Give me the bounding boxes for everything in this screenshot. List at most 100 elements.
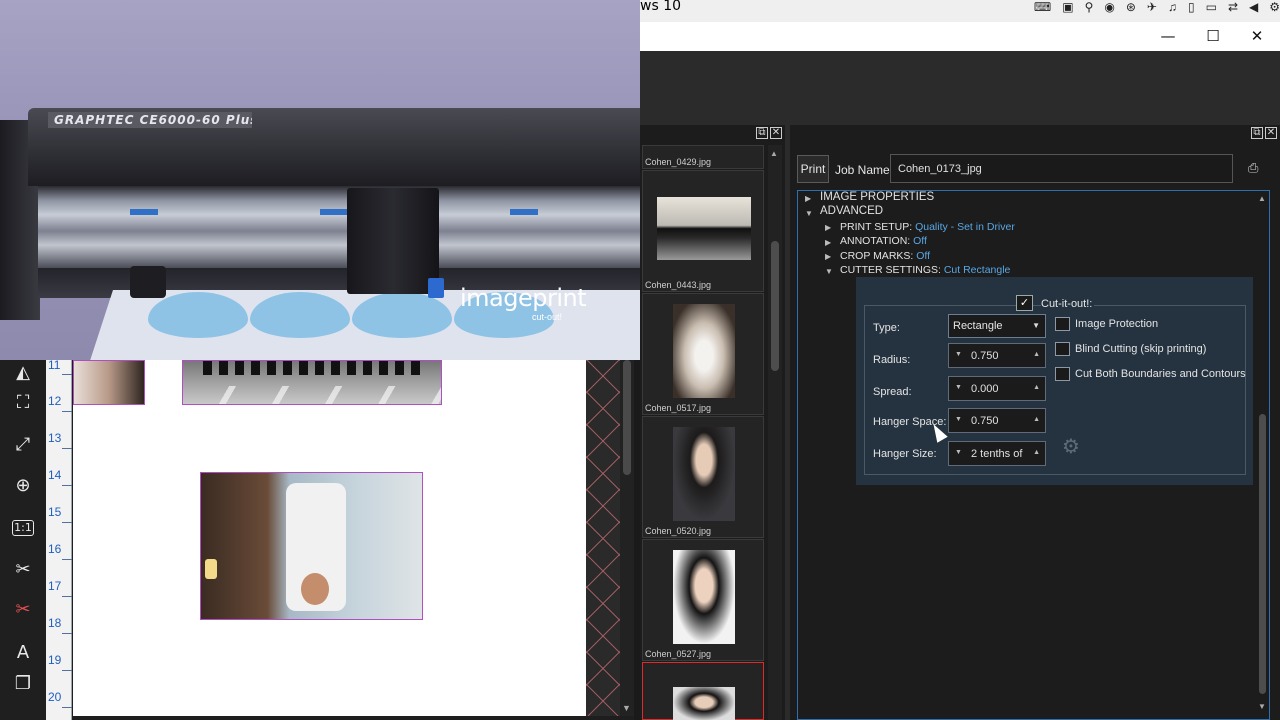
undock-icon[interactable]: ⧉	[756, 127, 768, 139]
print-button[interactable]: Print	[797, 155, 829, 183]
ruler-number: 16	[48, 542, 62, 556]
print-setup-value: Quality - Set in Driver	[915, 221, 1015, 233]
cut-it-out-checkbox[interactable]: ✓	[1016, 295, 1033, 311]
tree-item-print-setup[interactable]: PRINT SETUP: Quality - Set in Driver	[840, 221, 1015, 233]
panel-close-icon[interactable]: ✕	[770, 127, 782, 139]
blind-cutting-label: Blind Cutting (skip printing)	[1075, 343, 1207, 355]
tree-item-annotation[interactable]: ANNOTATION: Off	[840, 235, 927, 247]
increment-icon[interactable]: ▲	[1033, 384, 1040, 391]
thumbnail-item[interactable]: Cohen_0443.jpg	[642, 170, 764, 292]
thumbnail-item[interactable]: Cohen_0517.jpg	[642, 293, 764, 415]
cut-sticker	[148, 292, 248, 338]
pin-icon[interactable]: ⚲	[1085, 0, 1094, 14]
thumbnail-item[interactable]: Cohen_0429.jpg	[642, 145, 764, 169]
keyboard-icon[interactable]: ⌨	[1034, 0, 1051, 14]
scroll-down-arrow-icon[interactable]: ▼	[1258, 702, 1266, 711]
volume-icon[interactable]: ♫	[1168, 0, 1177, 14]
increment-icon[interactable]: ▲	[1033, 416, 1040, 423]
type-label: Type:	[873, 322, 900, 334]
thumbnail-caption: Cohen_0429.jpg	[645, 157, 712, 167]
canvas-image[interactable]	[73, 360, 145, 405]
tree-item-advanced[interactable]: ADVANCED	[820, 205, 883, 217]
blind-cutting-checkbox[interactable]	[1055, 342, 1070, 356]
scroll-thumb[interactable]	[1259, 414, 1266, 694]
scroll-down-arrow-icon[interactable]: ▼	[622, 703, 631, 713]
cut-icon[interactable]: ✂	[10, 557, 36, 583]
image-protection-checkbox[interactable]	[1055, 317, 1070, 331]
spread-stepper[interactable]: ▼ 0.000 ▲	[948, 376, 1046, 401]
fit-screen-icon[interactable]: ⛶	[10, 390, 36, 416]
hanger-size-value[interactable]: 2 tenths of	[971, 448, 1027, 460]
ruler-number: 13	[48, 431, 62, 445]
ruler-number: 20	[48, 690, 62, 704]
thumbnail-caption: Cohen_0517.jpg	[645, 403, 712, 413]
expand-arrow-icon[interactable]: ▶	[825, 223, 831, 232]
back-icon[interactable]: ◀	[1249, 0, 1258, 14]
actual-size-icon[interactable]: 1:1	[12, 520, 34, 536]
fullscreen-icon[interactable]: ⤢	[10, 432, 36, 458]
chevron-down-icon: ▼	[1032, 321, 1040, 330]
collapse-arrow-icon[interactable]: ▼	[825, 267, 833, 276]
battery-icon[interactable]: ▯	[1188, 0, 1195, 14]
radius-value[interactable]: 0.750	[971, 350, 1027, 362]
gear-icon[interactable]: ⚙	[1062, 434, 1080, 458]
tree-item-cutter-settings[interactable]: CUTTER SETTINGS: Cut Rectangle	[840, 264, 1010, 276]
panel-close-icon[interactable]: ✕	[1265, 127, 1277, 139]
scroll-up-arrow-icon[interactable]: ▲	[770, 149, 778, 158]
thumbnail-item[interactable]: Cohen_0520.jpg	[642, 416, 764, 538]
gear-icon[interactable]: ⚙	[1269, 0, 1280, 14]
tree-item-crop-marks[interactable]: CROP MARKS: Off	[840, 250, 930, 262]
record-icon[interactable]: ◉	[1104, 0, 1114, 14]
job-name-input[interactable]	[890, 154, 1233, 183]
ruler-tick	[62, 448, 72, 449]
share-icon[interactable]: ⇄	[1228, 0, 1238, 14]
layers-icon[interactable]: ❐	[10, 671, 36, 697]
canvas-image[interactable]	[182, 360, 442, 405]
tree-item-image-properties[interactable]: IMAGE PROPERTIES	[820, 191, 934, 203]
radius-stepper[interactable]: ▼ 0.750 ▲	[948, 343, 1046, 368]
expand-arrow-icon[interactable]: ▶	[825, 252, 831, 261]
print-canvas[interactable]	[73, 360, 586, 716]
decrement-icon[interactable]: ▼	[955, 416, 962, 423]
printer-icon[interactable]: ⎙	[1248, 160, 1262, 175]
spread-value[interactable]: 0.000	[971, 383, 1027, 395]
scroll-thumb[interactable]	[771, 241, 779, 371]
minimize-button[interactable]: —	[1153, 26, 1183, 46]
hanger-size-stepper[interactable]: ▼ 2 tenths of ▲	[948, 441, 1046, 466]
undock-icon[interactable]: ⧉	[1251, 127, 1263, 139]
type-select[interactable]: Rectangle ▼	[948, 314, 1046, 338]
hanger-space-value[interactable]: 0.750	[971, 415, 1027, 427]
ruler-tick	[62, 559, 72, 560]
settings-scrollbar[interactable]: ▲ ▼	[1257, 192, 1269, 717]
zoom-icon[interactable]: ⊛	[1126, 0, 1136, 14]
chip-icon[interactable]: ▣	[1062, 0, 1073, 14]
decrement-icon[interactable]: ▼	[955, 449, 962, 456]
expand-arrow-icon[interactable]: ▶	[825, 238, 831, 247]
expand-arrow-icon[interactable]: ▶	[805, 194, 811, 203]
text-add-icon[interactable]: A	[10, 640, 36, 666]
increment-icon[interactable]: ▲	[1033, 351, 1040, 358]
network-icon[interactable]: ✈	[1147, 0, 1157, 14]
canvas-scrollbar[interactable]	[620, 360, 634, 716]
thumbnail-item[interactable]: Cohen_0527.jpg	[642, 539, 764, 661]
maximize-button[interactable]: ☐	[1198, 26, 1228, 46]
canvas-image-selected[interactable]	[200, 472, 423, 620]
close-button[interactable]: ✕	[1242, 26, 1272, 46]
scroll-thumb[interactable]	[623, 360, 631, 475]
scroll-up-arrow-icon[interactable]: ▲	[1258, 194, 1266, 203]
decrement-icon[interactable]: ▼	[955, 384, 962, 391]
ruler-number: 17	[48, 579, 62, 593]
job-name-label: Job Name:	[835, 163, 894, 177]
folder-icon[interactable]: ▭	[1206, 0, 1217, 14]
increment-icon[interactable]: ▲	[1033, 449, 1040, 456]
cut-both-checkbox[interactable]	[1055, 367, 1070, 381]
collapse-arrow-icon[interactable]: ▼	[805, 209, 813, 218]
rail-marker	[130, 209, 158, 215]
thumbnail-item-selected[interactable]	[642, 662, 764, 720]
fit-page-icon[interactable]: ◭	[10, 360, 36, 386]
hanger-space-stepper[interactable]: ▼ 0.750 ▲	[948, 408, 1046, 433]
decrement-icon[interactable]: ▼	[955, 351, 962, 358]
thumbnail-scrollbar[interactable]: ▲	[768, 145, 782, 720]
center-icon[interactable]: ⊕	[10, 473, 36, 499]
cut-red-icon[interactable]: ✂	[10, 597, 36, 623]
